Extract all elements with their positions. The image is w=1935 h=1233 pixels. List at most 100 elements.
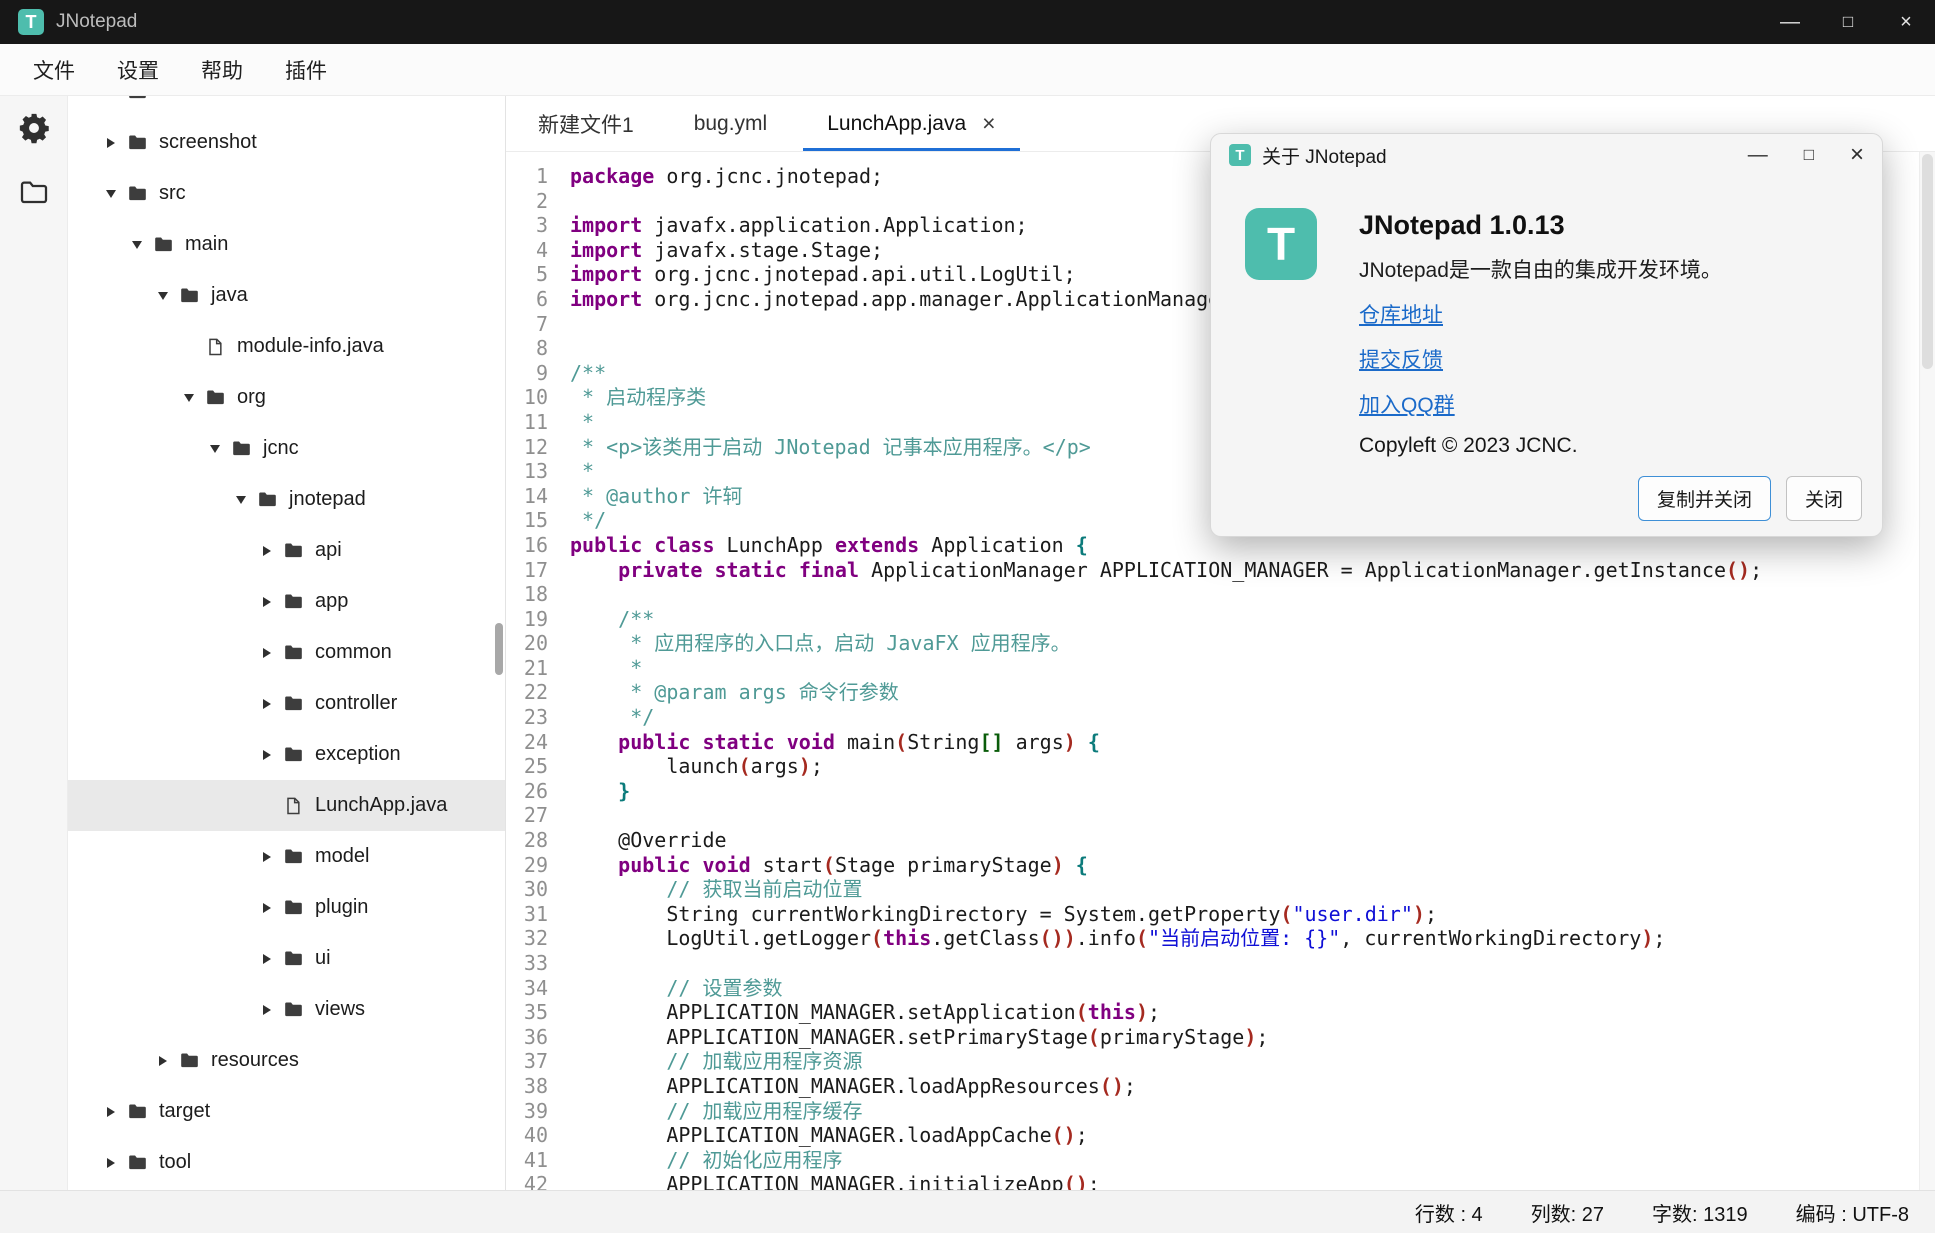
code-text: import javafx.application.Application; xyxy=(570,213,1028,238)
line-number: 17 xyxy=(506,558,558,583)
tree-item-label: api xyxy=(315,539,342,562)
line-number: 22 xyxy=(506,680,558,705)
tab-untitled-1[interactable]: 新建文件1 xyxy=(508,96,664,151)
code-text: String currentWorkingDirectory = System.… xyxy=(570,902,1437,927)
tab-bug-yml[interactable]: bug.yml xyxy=(664,96,798,151)
folder-icon xyxy=(280,999,306,1020)
menu-item-settings[interactable]: 设置 xyxy=(96,44,180,95)
code-line: 32 LogUtil.getLogger(this.getClass()).in… xyxy=(506,926,1935,951)
folder-icon xyxy=(280,540,306,561)
dialog-window-controls: — □ × xyxy=(1748,141,1864,169)
tree-item-label: exception xyxy=(315,743,401,766)
dialog-maximize-icon[interactable]: □ xyxy=(1804,145,1814,165)
folder-icon xyxy=(150,234,176,255)
line-number: 1 xyxy=(506,164,558,189)
line-number: 11 xyxy=(506,410,558,435)
tree-folder-target[interactable]: target xyxy=(68,1086,505,1137)
code-line: 31 String currentWorkingDirectory = Syst… xyxy=(506,902,1935,927)
dialog-link-feedback[interactable]: 提交反馈 xyxy=(1359,344,1443,374)
tree-folder-views[interactable]: views xyxy=(68,984,505,1035)
tree-item-label: jcnc xyxy=(263,437,299,460)
chevron-right-icon xyxy=(254,699,280,709)
chevron-right-icon xyxy=(254,546,280,556)
app-name-version: JNotepad 1.0.13 xyxy=(1359,210,1722,241)
chevron-right-icon xyxy=(254,903,280,913)
settings-gear-icon[interactable] xyxy=(14,108,54,148)
tree-folder-model[interactable]: model xyxy=(68,831,505,882)
folder-icon xyxy=(280,846,306,867)
tree-folder-jnotepad[interactable]: jnotepad xyxy=(68,474,505,525)
tree-folder-main[interactable]: main xyxy=(68,219,505,270)
chevron-down-icon xyxy=(124,241,150,249)
tree-folder-tool[interactable]: tool xyxy=(68,1137,505,1188)
tree-folder-jcnc[interactable]: jcnc xyxy=(68,423,505,474)
code-text: * xyxy=(570,459,594,484)
folder-icon xyxy=(280,591,306,612)
status-encoding: 编码 : UTF-8 xyxy=(1796,1198,1909,1227)
status-lines: 行数 : 4 xyxy=(1415,1198,1483,1227)
tab-close-icon[interactable]: × xyxy=(982,112,995,135)
menu-item-help[interactable]: 帮助 xyxy=(180,44,264,95)
editor-scrollbar-thumb[interactable] xyxy=(1922,154,1933,369)
tab-lunchapp-java[interactable]: LunchApp.java× xyxy=(797,96,1025,151)
tree-folder-api[interactable]: api xyxy=(68,525,505,576)
line-number: 30 xyxy=(506,877,558,902)
dialog-minimize-icon[interactable]: — xyxy=(1748,144,1768,167)
tree-scrollbar-thumb[interactable] xyxy=(495,623,503,675)
folder-icon xyxy=(124,96,150,102)
tree-folder-screenshot[interactable]: screenshot xyxy=(68,117,505,168)
tree-folder-item[interactable] xyxy=(68,96,505,117)
close-button[interactable]: 关闭 xyxy=(1786,476,1862,521)
code-line: 34 // 设置参数 xyxy=(506,976,1935,1001)
line-number: 2 xyxy=(506,189,558,214)
code-text: * @param args 命令行参数 xyxy=(570,680,899,705)
editor-scrollbar[interactable] xyxy=(1919,152,1935,1190)
code-line: 36 APPLICATION_MANAGER.setPrimaryStage(p… xyxy=(506,1025,1935,1050)
tree-folder-org[interactable]: org xyxy=(68,372,505,423)
line-number: 31 xyxy=(506,902,558,927)
copyright-text: Copyleft © 2023 JCNC. xyxy=(1359,434,1862,458)
dialog-link-repo[interactable]: 仓库地址 xyxy=(1359,299,1443,329)
minimize-icon[interactable]: — xyxy=(1761,0,1819,44)
line-number: 32 xyxy=(506,926,558,951)
code-text: launch(args); xyxy=(570,754,823,779)
folder-icon xyxy=(280,744,306,765)
chevron-down-icon xyxy=(202,445,228,453)
app-logo-icon: T xyxy=(18,9,44,35)
line-number: 26 xyxy=(506,779,558,804)
maximize-icon[interactable]: □ xyxy=(1819,0,1877,44)
chevron-down-icon xyxy=(176,394,202,402)
tree-folder-plugin[interactable]: plugin xyxy=(68,882,505,933)
tree-folder-resources[interactable]: resources xyxy=(68,1035,505,1086)
chevron-down-icon xyxy=(150,292,176,300)
line-number: 3 xyxy=(506,213,558,238)
code-text: @Override xyxy=(570,828,727,853)
copy-and-close-button[interactable]: 复制并关闭 xyxy=(1638,476,1771,521)
dialog-link-qq-group[interactable]: 加入QQ群 xyxy=(1359,389,1455,419)
tree-file-lunchapp-java[interactable]: LunchApp.java xyxy=(68,780,505,831)
line-number: 38 xyxy=(506,1074,558,1099)
tree-folder-common[interactable]: common xyxy=(68,627,505,678)
code-text: * xyxy=(570,410,594,435)
code-text: private static final ApplicationManager … xyxy=(570,558,1762,583)
tree-folder-src[interactable]: src xyxy=(68,168,505,219)
close-icon[interactable]: × xyxy=(1877,0,1935,44)
tree-file-module-info-java[interactable]: module-info.java xyxy=(68,321,505,372)
tree-folder-controller[interactable]: controller xyxy=(68,678,505,729)
tree-folder-app[interactable]: app xyxy=(68,576,505,627)
tree-folder-exception[interactable]: exception xyxy=(68,729,505,780)
tree-folder-ui[interactable]: ui xyxy=(68,933,505,984)
tree-folder-java[interactable]: java xyxy=(68,270,505,321)
folder-icon xyxy=(228,438,254,459)
menu-item-file[interactable]: 文件 xyxy=(12,44,96,95)
dialog-close-icon[interactable]: × xyxy=(1850,141,1864,169)
code-text: * 应用程序的入口点，启动 JavaFX 应用程序。 xyxy=(570,631,1071,656)
code-text: package org.jcnc.jnotepad; xyxy=(570,164,883,189)
menu-item-plugins[interactable]: 插件 xyxy=(264,44,348,95)
folder-icon xyxy=(280,948,306,969)
line-number: 37 xyxy=(506,1049,558,1074)
app-big-logo: T xyxy=(1245,208,1317,280)
file-explorer-icon[interactable] xyxy=(14,172,54,212)
folder-icon xyxy=(124,183,150,204)
tree-item-label: jnotepad xyxy=(289,488,366,511)
